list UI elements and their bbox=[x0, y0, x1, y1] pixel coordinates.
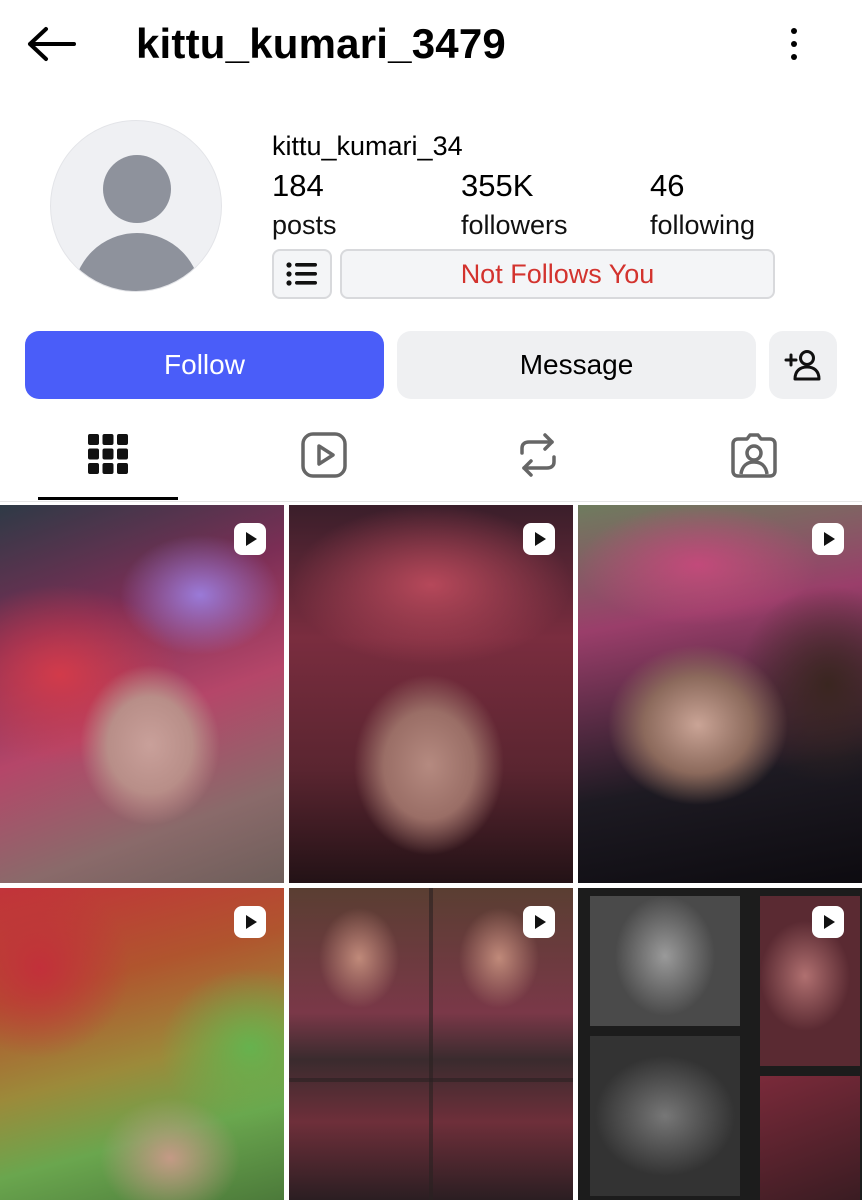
following-count: 46 bbox=[650, 168, 685, 203]
tab-reposts[interactable] bbox=[468, 410, 608, 500]
back-arrow-icon bbox=[28, 27, 76, 61]
post-thumbnail[interactable] bbox=[289, 888, 573, 1200]
collage-divider bbox=[429, 888, 433, 1200]
more-dots-icon bbox=[791, 28, 797, 34]
post-thumbnail[interactable] bbox=[0, 505, 284, 883]
follow-button[interactable]: Follow bbox=[25, 331, 384, 399]
add-user-button[interactable] bbox=[769, 331, 837, 399]
reel-play-icon bbox=[234, 906, 266, 938]
reel-play-icon bbox=[812, 523, 844, 555]
tab-tagged[interactable] bbox=[684, 410, 824, 500]
post-thumbnail[interactable] bbox=[578, 888, 862, 1200]
following-stat[interactable]: 46 following bbox=[650, 168, 755, 242]
film-frame bbox=[760, 1076, 860, 1200]
more-options-button[interactable] bbox=[776, 24, 812, 64]
add-user-icon bbox=[784, 350, 821, 381]
relationship-badge: Not Follows You bbox=[340, 249, 775, 299]
list-menu-button[interactable] bbox=[272, 249, 332, 299]
followers-label: followers bbox=[461, 210, 568, 240]
tagged-icon bbox=[731, 433, 777, 478]
post-thumbnail[interactable] bbox=[578, 505, 862, 883]
profile-tabs bbox=[0, 410, 862, 502]
followers-stat[interactable]: 355K followers bbox=[461, 168, 568, 242]
list-icon bbox=[286, 262, 317, 286]
post-thumbnail[interactable] bbox=[289, 505, 573, 883]
default-avatar-body bbox=[73, 233, 201, 291]
message-button[interactable]: Message bbox=[397, 331, 756, 399]
avatar[interactable] bbox=[50, 120, 222, 292]
reel-play-icon bbox=[234, 523, 266, 555]
post-thumbnail[interactable] bbox=[0, 888, 284, 1200]
posts-count: 184 bbox=[272, 168, 324, 203]
more-dot bbox=[791, 41, 797, 47]
profile-handle: kittu_kumari_34 bbox=[272, 131, 463, 161]
film-frame bbox=[760, 896, 860, 1066]
collage-divider bbox=[289, 1078, 573, 1082]
reposts-icon bbox=[520, 433, 556, 477]
film-frame bbox=[590, 1036, 740, 1196]
top-bar: kittu_kumari_3479 bbox=[0, 0, 862, 92]
more-dot bbox=[791, 54, 797, 60]
posts-stat[interactable]: 184 posts bbox=[272, 168, 337, 242]
reel-play-icon bbox=[523, 523, 555, 555]
tab-posts-grid[interactable] bbox=[38, 410, 178, 500]
page-title: kittu_kumari_3479 bbox=[136, 20, 506, 67]
reel-play-icon bbox=[812, 906, 844, 938]
posts-grid bbox=[0, 505, 862, 1200]
posts-label: posts bbox=[272, 210, 337, 240]
film-frame bbox=[590, 896, 740, 1026]
following-label: following bbox=[650, 210, 756, 240]
tab-reels[interactable] bbox=[254, 410, 394, 500]
followers-count: 355K bbox=[461, 168, 534, 203]
grid-icon bbox=[88, 433, 128, 474]
reel-play-icon bbox=[523, 906, 555, 938]
reels-icon bbox=[301, 432, 347, 478]
default-avatar-head bbox=[103, 155, 171, 223]
back-button[interactable] bbox=[24, 22, 78, 66]
